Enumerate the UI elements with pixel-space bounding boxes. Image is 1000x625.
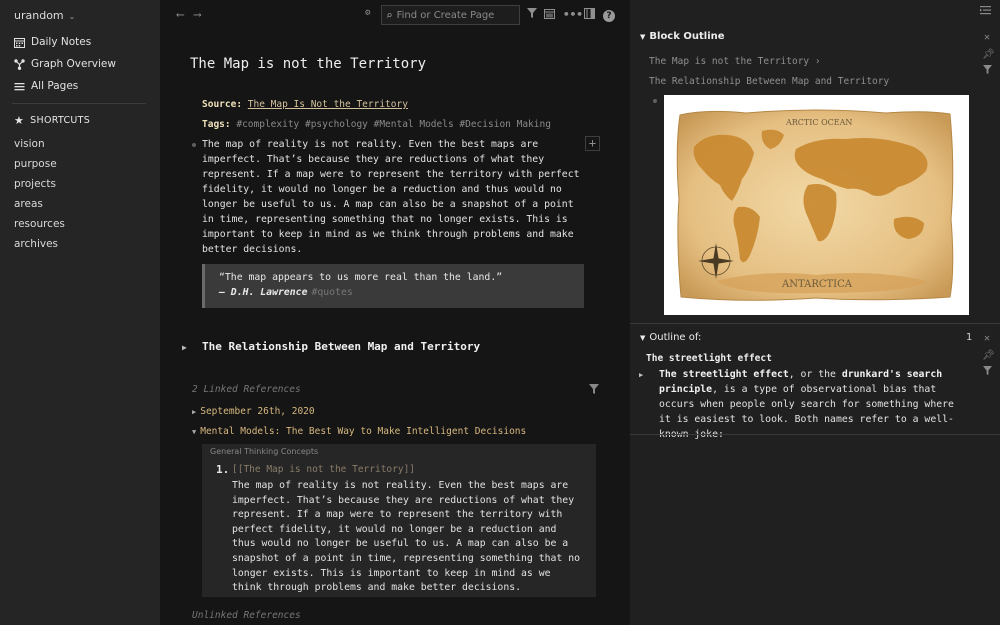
left-sidebar: urandom ⌄ Daily Notes Graph Overview All … <box>0 0 160 625</box>
source-link[interactable]: The Map Is Not the Territory <box>248 99 408 110</box>
nav-label: Graph Overview <box>31 58 116 70</box>
shortcut-archives[interactable]: archives <box>14 234 65 254</box>
pin-icon[interactable]: 📌︎ <box>982 350 995 361</box>
map-label-arctic: ARCTIC OCEAN <box>785 118 852 127</box>
shortcut-areas[interactable]: areas <box>14 194 65 214</box>
unlinked-references-heading[interactable]: Unlinked References <box>192 610 301 621</box>
back-arrow-icon[interactable]: ⟵ <box>177 8 184 21</box>
outline-block-text[interactable]: The streetlight effect, or the drunkard'… <box>659 367 969 442</box>
calendar-icon[interactable] <box>544 8 555 19</box>
map-illustration: ARCTIC OCEAN ANTARCTICA <box>676 109 954 301</box>
search-placeholder: Find or Create Page <box>396 9 495 21</box>
reference-block: General Thinking Concepts 1. [[The Map i… <box>202 444 596 597</box>
nav-label: Daily Notes <box>31 36 92 48</box>
sync-status-icon[interactable]: ⚙ <box>365 8 370 18</box>
page-title[interactable]: The Map is not the Territory <box>190 56 426 72</box>
filter-icon[interactable] <box>527 8 537 18</box>
star-icon: ★ <box>14 114 25 127</box>
block-outline-header[interactable]: ▼ Block Outline <box>640 31 725 42</box>
shortcut-resources[interactable]: resources <box>14 214 65 234</box>
more-icon[interactable]: ••• <box>563 8 583 21</box>
quote-tag[interactable]: #quotes <box>311 287 352 298</box>
tags-property[interactable]: Tags: #complexity #psychology #Mental Mo… <box>202 119 551 130</box>
map-label-antarctica: ANTARCTICA <box>781 279 853 290</box>
filter-icon[interactable] <box>982 366 992 378</box>
expand-triangle-icon[interactable]: ▶ <box>192 408 196 416</box>
pane-divider <box>630 434 1000 435</box>
collapse-triangle-icon[interactable]: ▼ <box>640 33 645 41</box>
pane-divider <box>630 323 1000 324</box>
collapse-triangle-icon[interactable]: ▼ <box>192 428 196 436</box>
nav-all-pages[interactable]: All Pages <box>14 77 78 95</box>
outline-page-title[interactable]: The streetlight effect <box>646 353 772 364</box>
shortcut-projects[interactable]: projects <box>14 174 65 194</box>
main-panel: ⟵ ⟶ ⚙ ⌕ Find or Create Page ••• ? The Ma… <box>160 0 630 625</box>
block-text[interactable]: The map of reality is not reality. Even … <box>202 137 582 257</box>
section-heading[interactable]: The Relationship Between Map and Territo… <box>202 340 480 353</box>
outline-count: 1 <box>966 332 973 343</box>
filter-icon[interactable] <box>982 65 992 77</box>
add-block-button[interactable]: + <box>585 136 600 151</box>
breadcrumb-page[interactable]: The Map is not the Territory › <box>649 56 821 67</box>
help-icon[interactable]: ? <box>603 10 615 22</box>
reference-page-link[interactable]: ▶ September 26th, 2020 <box>192 406 315 417</box>
block-bullet[interactable] <box>192 143 196 147</box>
sidebar-toggle-icon[interactable] <box>584 8 595 19</box>
tag-list[interactable]: #complexity #psychology #Mental Models #… <box>236 119 551 130</box>
outline-header[interactable]: ▼ Outline of: <box>640 332 701 343</box>
breadcrumb-block[interactable]: The Relationship Between Map and Territo… <box>649 76 889 87</box>
close-icon[interactable]: ✕ <box>982 32 992 43</box>
filter-icon[interactable] <box>589 384 599 397</box>
reference-page-link[interactable]: ▼ Mental Models: The Best Way to Make Int… <box>192 426 526 437</box>
expand-triangle-icon[interactable]: ▶ <box>639 371 643 379</box>
nav-label: All Pages <box>31 80 79 92</box>
collapse-triangle-icon[interactable]: ▶ <box>182 343 187 352</box>
blockquote[interactable]: “The map appears to us more real than th… <box>202 264 584 308</box>
linked-references-heading: 2 Linked References <box>192 384 301 395</box>
chevron-right-icon: › <box>814 56 821 67</box>
search-icon: ⌕ <box>386 8 393 22</box>
reference-text[interactable]: The map of reality is not reality. Even … <box>232 479 582 596</box>
close-icon[interactable]: ✕ <box>982 333 992 344</box>
graph-icon <box>14 58 25 70</box>
collapse-sidebar-icon[interactable] <box>980 5 991 18</box>
workspace-switcher[interactable]: urandom ⌄ <box>14 9 75 22</box>
world-map-image[interactable]: ARCTIC OCEAN ANTARCTICA <box>664 95 969 315</box>
quote-text: “The map appears to us more real than th… <box>219 272 503 283</box>
page-reference-link[interactable]: [[The Map is not the Territory]] <box>232 464 415 475</box>
shortcuts-heading: ★ SHORTCUTS <box>14 114 91 127</box>
shortcut-list: vision purpose projects areas resources … <box>14 134 65 254</box>
forward-arrow-icon[interactable]: ⟶ <box>194 8 201 21</box>
search-input[interactable]: ⌕ Find or Create Page <box>381 5 520 25</box>
pin-icon[interactable]: 📌︎ <box>982 49 995 60</box>
workspace-name: urandom <box>14 9 64 22</box>
calendar-icon <box>14 37 25 48</box>
source-property[interactable]: Source: The Map Is Not the Territory <box>202 99 408 110</box>
chevron-down-icon: ⌄ <box>68 12 76 21</box>
shortcut-purpose[interactable]: purpose <box>14 154 65 174</box>
right-sidebar: ▼ Block Outline ✕ 📌︎ The Map is not the T… <box>630 0 1000 625</box>
quote-author: — D.H. Lawrence <box>219 287 308 298</box>
sidebar-divider <box>12 103 146 104</box>
block-bullet[interactable] <box>653 99 657 103</box>
list-number: 1. <box>216 463 230 476</box>
collapse-triangle-icon[interactable]: ▼ <box>640 334 645 342</box>
nav-daily-notes[interactable]: Daily Notes <box>14 33 91 51</box>
shortcut-vision[interactable]: vision <box>14 134 65 154</box>
reference-breadcrumb[interactable]: General Thinking Concepts <box>210 447 318 456</box>
nav-graph-overview[interactable]: Graph Overview <box>14 55 116 73</box>
list-icon <box>14 81 25 92</box>
